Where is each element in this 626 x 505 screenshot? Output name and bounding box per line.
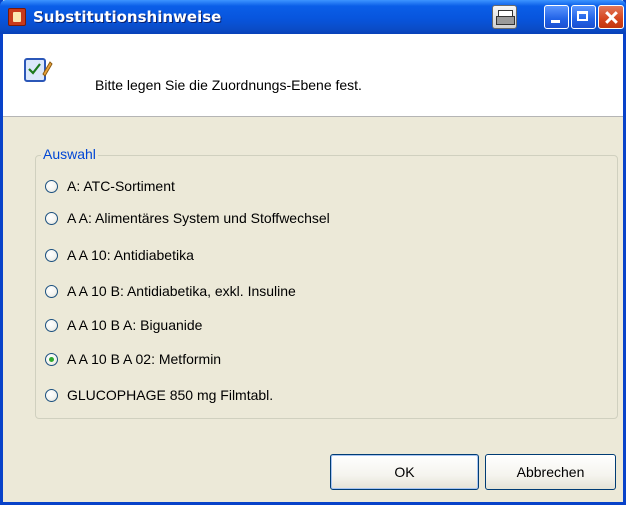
- checklist-pen-icon: [24, 58, 53, 82]
- radio-button[interactable]: [45, 284, 58, 298]
- radio-button[interactable]: [45, 211, 58, 225]
- maximize-icon[interactable]: [571, 5, 596, 29]
- radio-option-alimentaeres-system[interactable]: A A: Alimentäres System und Stoffwechsel: [45, 208, 330, 228]
- radio-label: A A: Alimentäres System und Stoffwechsel: [67, 210, 330, 226]
- instruction-text: Bitte legen Sie die Zuordnungs-Ebene fes…: [95, 77, 362, 93]
- radio-option-glucophage[interactable]: GLUCOPHAGE 850 mg Filmtabl.: [45, 385, 273, 405]
- radio-label: A A 10: Antidiabetika: [67, 247, 194, 263]
- radio-button[interactable]: [45, 248, 58, 262]
- radio-option-metformin[interactable]: A A 10 B A 02: Metformin: [45, 349, 221, 369]
- radio-label: GLUCOPHAGE 850 mg Filmtabl.: [67, 387, 274, 403]
- cancel-button[interactable]: Abbrechen: [485, 454, 616, 490]
- radio-label: A A 10 B A: Biguanide: [67, 317, 203, 333]
- ok-button[interactable]: OK: [330, 454, 479, 490]
- radio-option-antidiabetika-exkl-insuline[interactable]: A A 10 B: Antidiabetika, exkl. Insuline: [45, 281, 296, 301]
- dialog-header: Bitte legen Sie die Zuordnungs-Ebene fes…: [3, 34, 623, 117]
- minimize-icon[interactable]: [544, 5, 569, 29]
- radio-button[interactable]: [45, 388, 58, 402]
- radio-label: A A 10 B: Antidiabetika, exkl. Insuline: [67, 283, 296, 299]
- radio-button[interactable]: [45, 179, 58, 193]
- close-icon[interactable]: [598, 5, 624, 29]
- radio-button-selected[interactable]: [45, 352, 58, 366]
- radio-label: A A 10 B A 02: Metformin: [67, 351, 222, 367]
- printer-icon[interactable]: [492, 5, 517, 29]
- window-title: Substitutionshinweise: [33, 8, 222, 26]
- groupbox-legend: Auswahl: [41, 146, 98, 162]
- title-bar[interactable]: Substitutionshinweise: [0, 0, 626, 34]
- radio-option-antidiabetika[interactable]: A A 10: Antidiabetika: [45, 245, 194, 265]
- radio-option-biguanide[interactable]: A A 10 B A: Biguanide: [45, 315, 202, 335]
- dialog-window: Substitutionshinweise Bitte legen Sie di…: [0, 0, 626, 505]
- radio-button[interactable]: [45, 318, 58, 332]
- radio-label: A: ATC-Sortiment: [67, 178, 175, 194]
- radio-option-atc-sortiment[interactable]: A: ATC-Sortiment: [45, 176, 175, 196]
- app-icon[interactable]: [8, 8, 26, 26]
